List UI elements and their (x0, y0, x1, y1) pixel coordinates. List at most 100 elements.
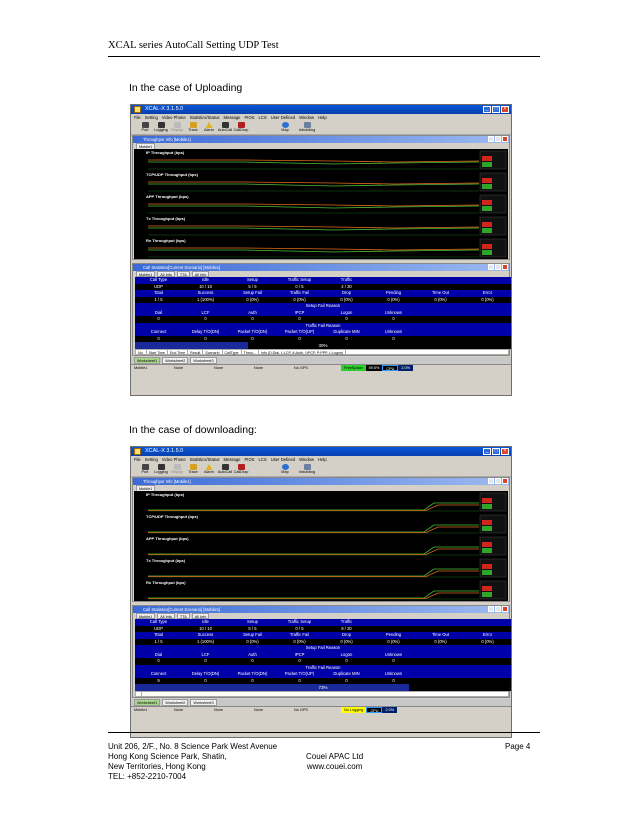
menu-message[interactable]: Message (224, 456, 241, 463)
menu-message[interactable]: Message (224, 114, 241, 121)
tab-worksheet1[interactable]: Worksheet1 (134, 357, 161, 364)
tab-tta[interactable]: TTA (176, 271, 190, 277)
col-placeholder[interactable] (136, 692, 142, 696)
menu-file[interactable]: File (134, 456, 141, 463)
inbuilding-button[interactable]: Inbuilding (299, 463, 315, 476)
footer-divider (108, 732, 540, 733)
menu-window[interactable]: Window (299, 456, 314, 463)
replay-button[interactable]: Replay (169, 121, 185, 134)
tab-worksheet3[interactable]: Worksheet3 (190, 357, 217, 364)
throughput-panel-title: Throughput Info [Mobile1] (133, 136, 509, 143)
autocall-button[interactable]: AutoCall (217, 121, 233, 134)
panel-maximize-button[interactable] (495, 606, 501, 612)
menu-user-defined[interactable]: User Defined (271, 456, 295, 463)
panel-close-button[interactable] (502, 478, 508, 484)
col-scenario[interactable]: Scenario (203, 350, 223, 355)
menu-help[interactable]: Help (318, 114, 327, 121)
footer-company-block: Couei APAC Ltd www.couei.com (306, 752, 363, 772)
status-cpu-value: 2.0% (382, 707, 398, 713)
calldrop-button[interactable]: CallDrop (233, 121, 249, 134)
call-statistics-title-text: Call Statistics[Current Scenario] [Mobil… (143, 607, 221, 612)
tab-worksheet3[interactable]: Worksheet3 (190, 699, 217, 706)
tab-all-info[interactable]: All Info (157, 271, 175, 277)
col-no[interactable]: No. (136, 350, 147, 355)
status-cpu-value: 2.0% (398, 365, 414, 371)
logging-button[interactable]: Logging (153, 463, 169, 476)
logging-button[interactable]: Logging (153, 121, 169, 134)
status-gps: No GPS (294, 366, 308, 370)
menu-window[interactable]: Window (299, 114, 314, 121)
menu-user-defined[interactable]: User Defined (271, 114, 295, 121)
menu-video-phone[interactable]: Video Phone (162, 456, 186, 463)
menu-setting[interactable]: Setting (145, 456, 158, 463)
menu-help[interactable]: Help (318, 456, 327, 463)
col-end-time[interactable]: End Time (168, 350, 189, 355)
tab-worksheet2[interactable]: Worksheet2 (162, 699, 189, 706)
replay-button[interactable]: Replay (169, 463, 185, 476)
col-info[interactable]: Info (D:Dial, L:LCP, A:Auth, I:IPCP, P:P… (259, 350, 347, 355)
panel-maximize-button[interactable] (495, 136, 501, 142)
tab-tta[interactable]: TTA (176, 613, 190, 619)
throughput-graph-area: IP Throughput (bps) TCP/UDP Throughput (… (134, 149, 508, 259)
panel-close-button[interactable] (502, 136, 508, 142)
legend-swatch-red (482, 156, 492, 161)
menu-statistics[interactable]: Statistics/Status (190, 114, 220, 121)
menu-file[interactable]: File (134, 114, 141, 121)
footer-address-line1: Unit 206, 2/F., No. 8 Science Park West … (108, 742, 278, 751)
menu-lcs[interactable]: LCS (259, 114, 267, 121)
panel-maximize-button[interactable] (495, 478, 501, 484)
menu-statistics[interactable]: Statistics/Status (190, 456, 220, 463)
minimize-button[interactable]: _ (483, 448, 491, 455)
panel-close-button[interactable] (502, 264, 508, 270)
document-header: XCAL series AutoCall Setting UDP Test (108, 40, 279, 51)
menu-pios[interactable]: PIOS (245, 114, 255, 121)
panel-minimize-button[interactable] (488, 264, 494, 270)
menu-lcs[interactable]: LCS (259, 456, 267, 463)
inbuilding-button[interactable]: Inbuilding (299, 121, 315, 134)
tab-all-info-2[interactable]: All Info (191, 271, 210, 277)
trace-line-green (148, 205, 480, 209)
tab-worksheet2[interactable]: Worksheet2 (162, 357, 189, 364)
port-button[interactable]: Port (137, 121, 153, 134)
tab-worksheet1[interactable]: Worksheet1 (134, 699, 161, 706)
app-titlebar: XCAL-X 3.1.5.0 _ □ × (131, 447, 511, 456)
panel-close-button[interactable] (502, 606, 508, 612)
panel-minimize-button[interactable] (488, 478, 494, 484)
col-result[interactable]: Result (188, 350, 204, 355)
maximize-button[interactable]: □ (492, 106, 500, 113)
map-button[interactable]: Map (277, 463, 293, 476)
alarm-label: Alarm (204, 470, 214, 474)
menu-pios[interactable]: PIOS (245, 456, 255, 463)
tab-mobile1[interactable]: Mobile1 (136, 271, 156, 277)
panel-minimize-button[interactable] (488, 606, 494, 612)
logging-label: Logging (154, 128, 168, 132)
alarm-button[interactable]: Alarm (201, 463, 217, 476)
panel-minimize-button[interactable] (488, 136, 494, 142)
tab-all-info-2[interactable]: All Info (191, 613, 210, 619)
autocall-button[interactable]: AutoCall (217, 463, 233, 476)
trace-button[interactable]: Trace (185, 463, 201, 476)
col-start-time[interactable]: Start Time (147, 350, 168, 355)
map-button[interactable]: Map (277, 121, 293, 134)
footer-url: www.couei.com (306, 762, 363, 771)
tab-mobile1[interactable]: Mobile1 (136, 613, 156, 619)
alarm-button[interactable]: Alarm (201, 121, 217, 134)
menu-video-phone[interactable]: Video Phone (162, 114, 186, 121)
legend-swatch-red (482, 178, 492, 183)
legend-swatch-green (482, 250, 492, 255)
trace-label: Trace (188, 470, 198, 474)
port-button[interactable]: Port (137, 463, 153, 476)
col-calltype[interactable]: CallType (223, 350, 242, 355)
col-throughput[interactable]: Throu... (242, 350, 259, 355)
close-button[interactable]: × (501, 106, 509, 113)
calldrop-button[interactable]: CallDrop (233, 463, 249, 476)
maximize-button[interactable]: □ (492, 448, 500, 455)
trace-label: Trace (188, 128, 198, 132)
tab-all-info[interactable]: All Info (157, 613, 175, 619)
panel-maximize-button[interactable] (495, 264, 501, 270)
minimize-button[interactable]: _ (483, 106, 491, 113)
trace-button[interactable]: Trace (185, 121, 201, 134)
menu-setting[interactable]: Setting (145, 114, 158, 121)
legend-swatch-red (482, 564, 492, 569)
close-button[interactable]: × (501, 448, 509, 455)
